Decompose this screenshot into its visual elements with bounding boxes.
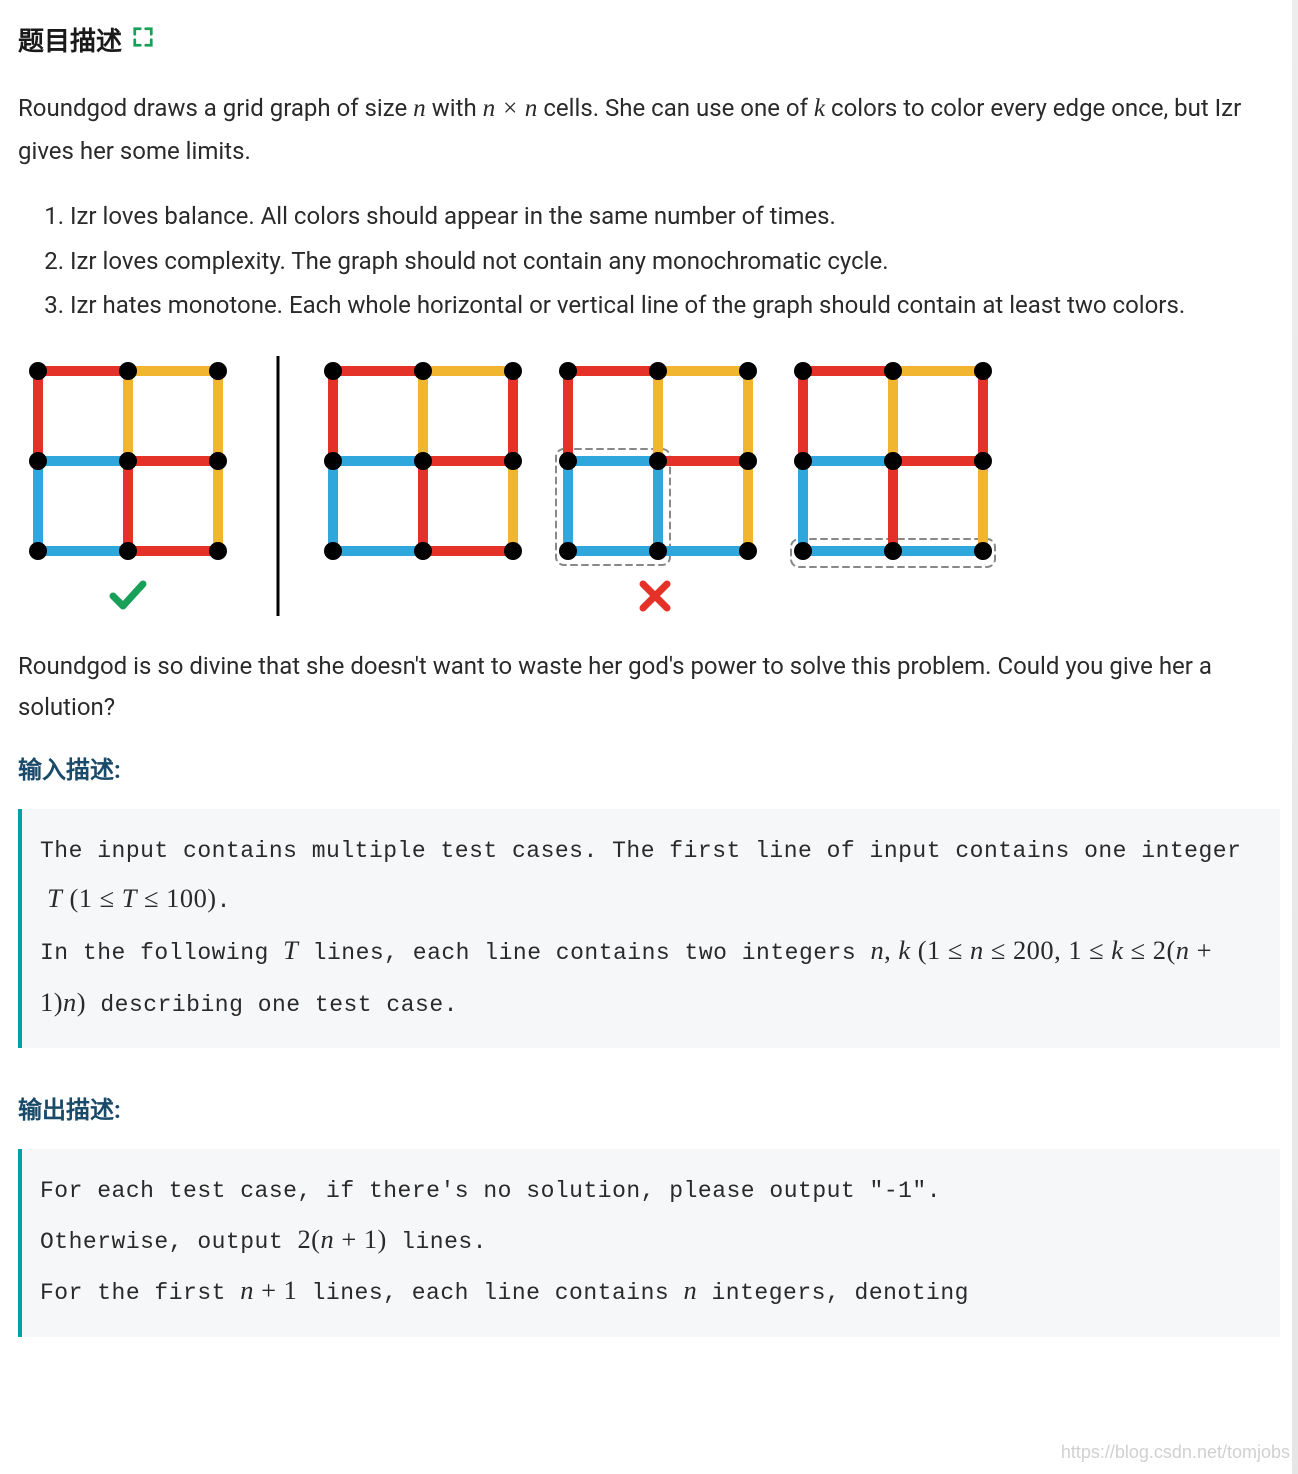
output-block: For each test case, if there's no soluti… [18,1149,1280,1337]
output-heading: 输出描述: [18,1090,1280,1131]
input-block: The input contains multiple test cases. … [18,809,1280,1049]
cross-icon [643,584,667,608]
watermark: https://blog.csdn.net/tomjobs [1061,1437,1290,1468]
check-icon [113,584,143,606]
rule-item: Izr hates monotone. Each whole horizonta… [70,283,1280,328]
diagram-figure [18,356,1280,616]
rule-item: Izr loves balance. All colors should app… [70,194,1280,239]
after-paragraph: Roundgod is so divine that she doesn't w… [18,646,1280,728]
rule-item: Izr loves complexity. The graph should n… [70,239,1280,284]
grid-diagram [18,356,998,616]
rules-list: Izr loves balance. All colors should app… [70,194,1280,328]
expand-icon[interactable] [132,23,154,60]
input-line: The input contains multiple test cases. … [40,829,1262,925]
page-title: 题目描述 [18,20,122,64]
output-line: For each test case, if there's no soluti… [40,1169,1262,1214]
input-line: In the following T lines, each line cont… [40,925,1262,1028]
intro-paragraph: Roundgod draws a grid graph of size n wi… [18,88,1280,172]
title-row: 题目描述 [18,20,1280,64]
output-line: Otherwise, output 2(n + 1) lines. [40,1214,1262,1266]
scrollbar-track[interactable] [1292,0,1298,1474]
output-line: For the first n + 1 lines, each line con… [40,1265,1262,1317]
input-heading: 输入描述: [18,750,1280,791]
